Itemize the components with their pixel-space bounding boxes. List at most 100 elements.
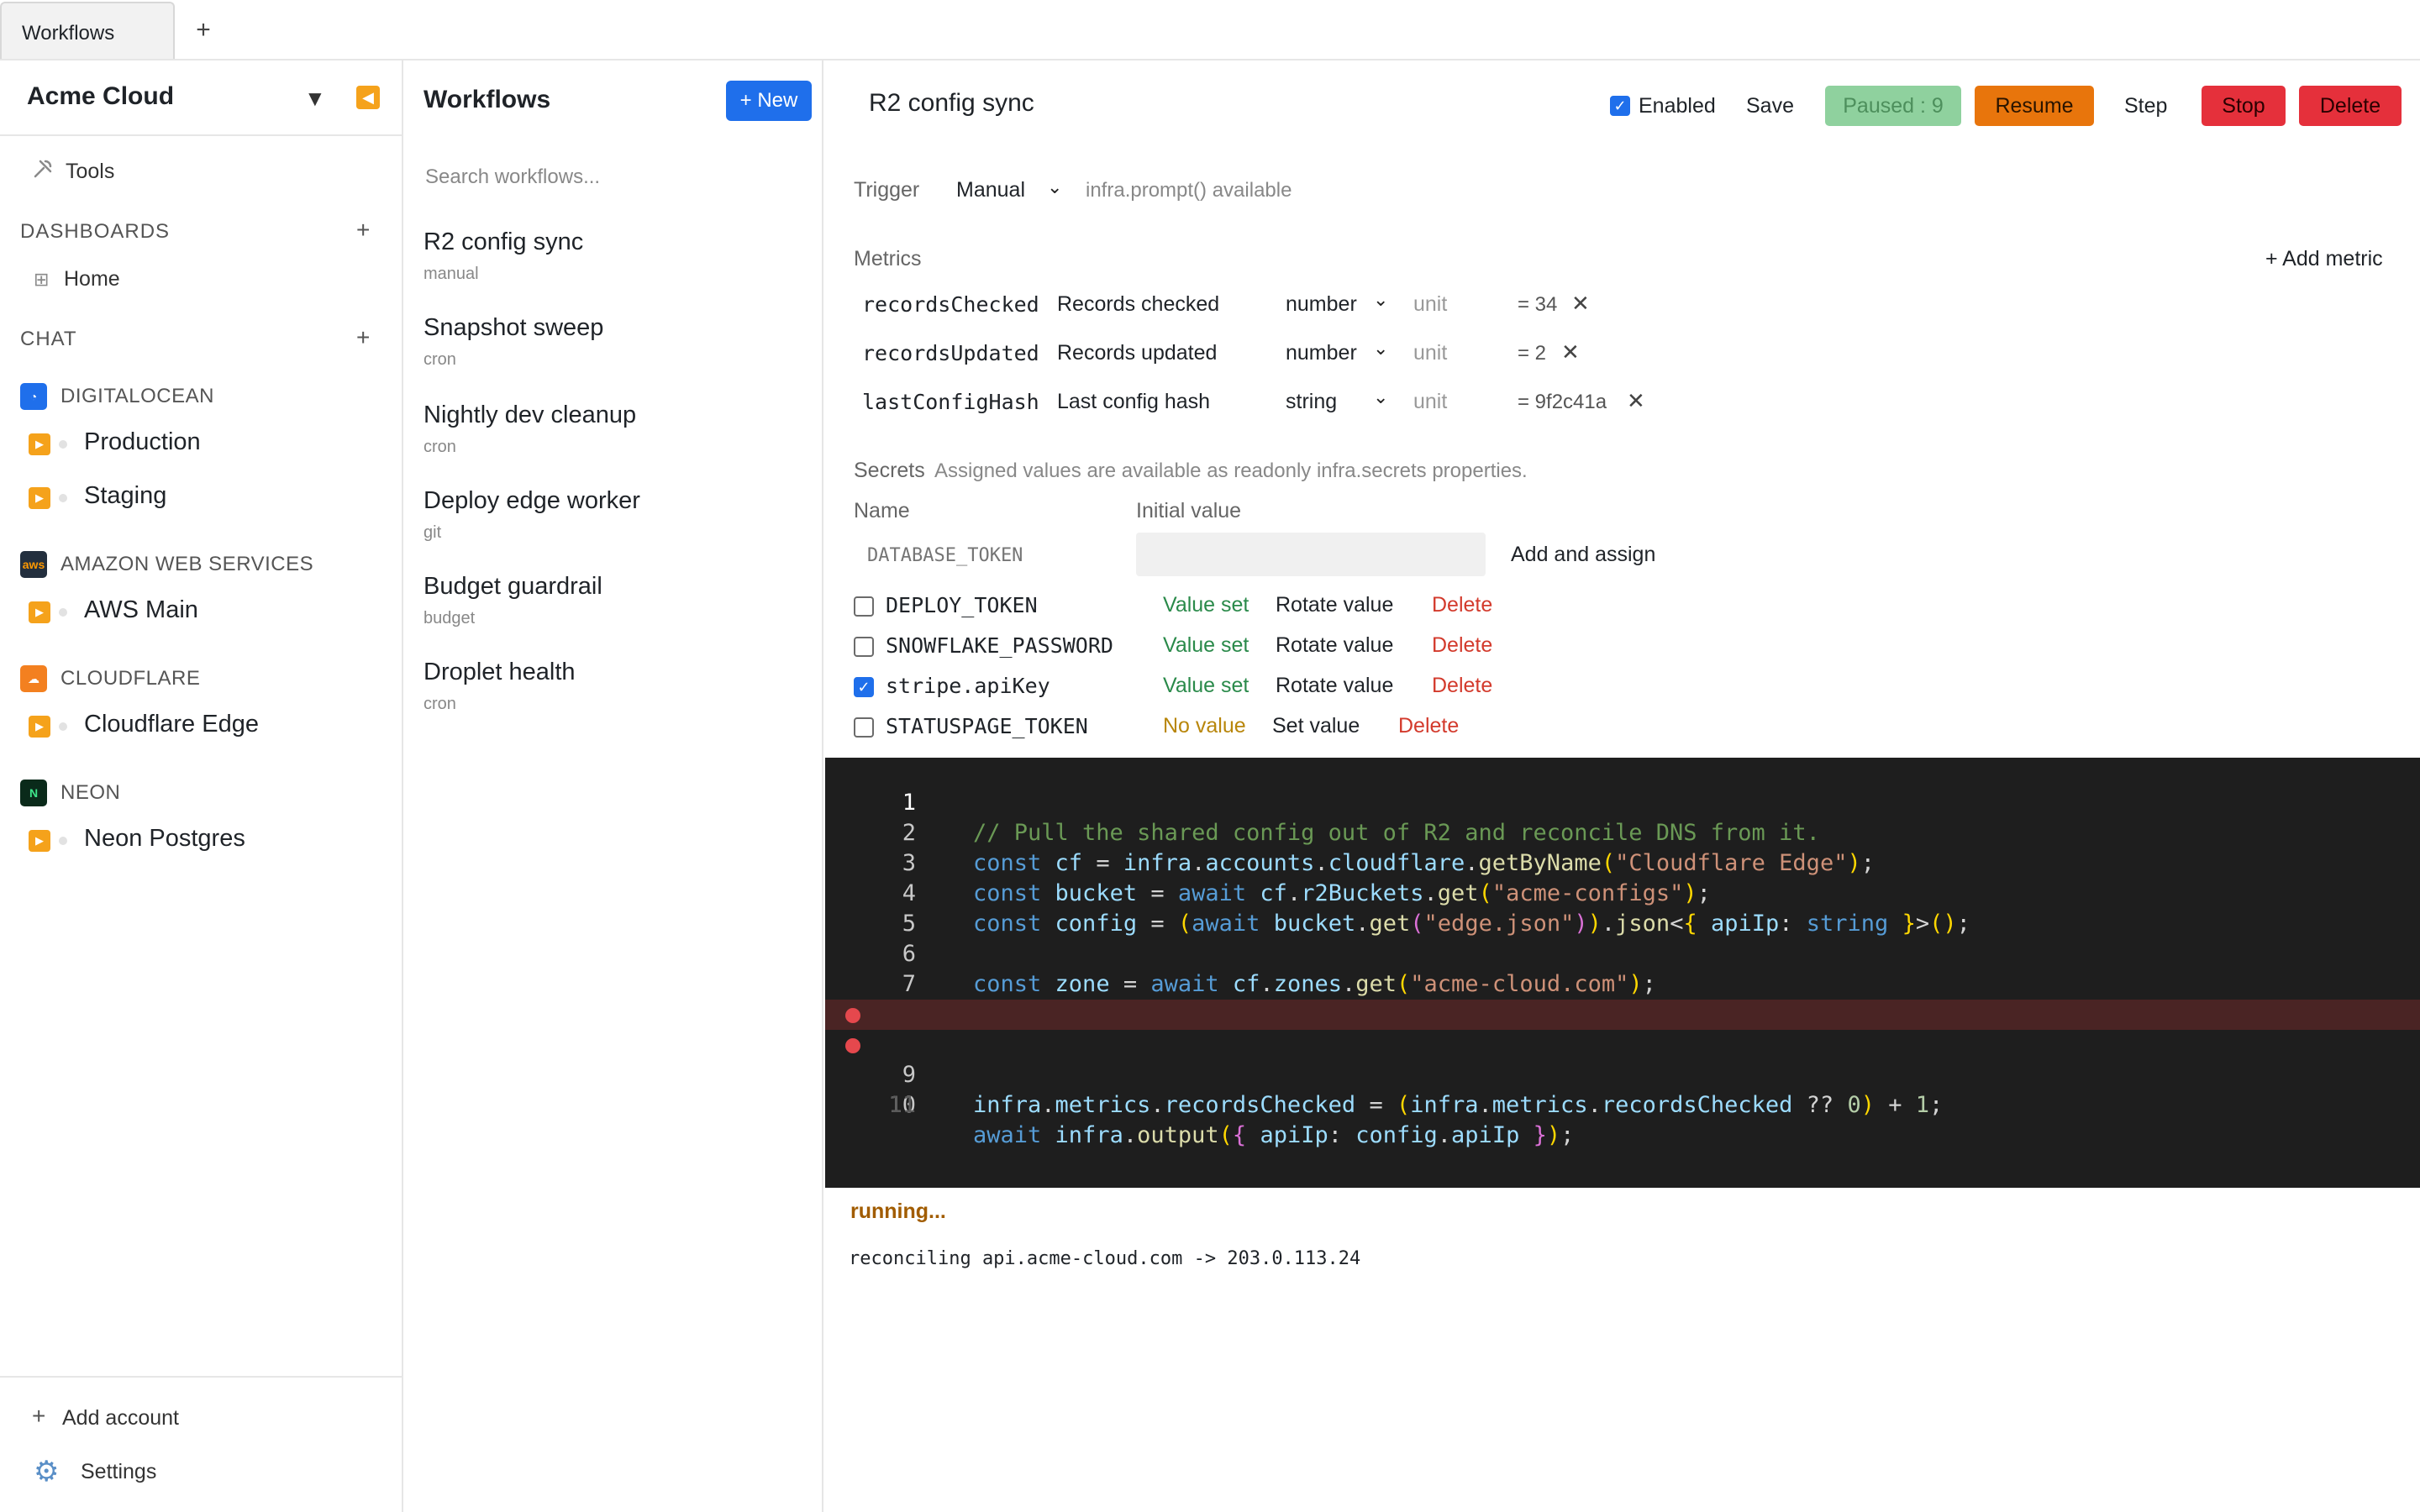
provider-neon[interactable]: NEON xyxy=(60,781,120,805)
save-button[interactable]: Save xyxy=(1746,94,1794,118)
breakpoint-dot-icon[interactable] xyxy=(845,1038,860,1053)
initial-value-input[interactable] xyxy=(1136,533,1486,576)
close-icon[interactable]: ✕ xyxy=(1561,339,1580,365)
rotate-value-button[interactable]: Rotate value xyxy=(1276,633,1393,658)
workflow-item[interactable]: R2 config sync manual xyxy=(424,228,802,304)
metric-type-select[interactable]: number xyxy=(1286,292,1357,317)
metric-value: = 2 xyxy=(1518,342,1547,365)
enabled-checkbox[interactable]: ✓ xyxy=(1610,96,1630,116)
chat-header: CHAT xyxy=(20,328,77,350)
play-icon: ▶ xyxy=(29,433,50,455)
workflow-item[interactable]: Budget guardrail budget xyxy=(424,573,802,648)
plus-icon: + xyxy=(32,1403,46,1429)
dashboards-header: DASHBOARDS xyxy=(20,220,171,243)
status-dot-icon xyxy=(59,440,67,449)
set-value-button[interactable]: Set value xyxy=(1272,714,1360,738)
workflow-title: R2 config sync xyxy=(869,89,1034,117)
neon-logo-icon: N xyxy=(20,780,47,806)
code-line: 10 await infra.output({ apiIp: config.ap… xyxy=(825,1030,2420,1148)
chevron-down-icon: ⌄ xyxy=(1047,176,1063,197)
workflow-trigger: cron xyxy=(424,695,456,713)
provider-cloudflare[interactable]: CLOUDFLARE xyxy=(60,667,200,690)
new-tab-button[interactable]: + xyxy=(187,13,220,47)
status-dot-icon xyxy=(59,722,67,731)
metric-key[interactable]: recordsChecked xyxy=(862,292,1039,317)
rotate-value-button[interactable]: Rotate value xyxy=(1276,593,1393,617)
sidebar-item-tools[interactable]: Tools xyxy=(66,160,114,184)
metric-type-select[interactable]: string xyxy=(1286,390,1337,414)
secret-name: STATUSPAGE_TOKEN xyxy=(886,714,1088,738)
code-line: 6 const zone = await cf.zones.get("acme-… xyxy=(825,909,2420,997)
secret-checkbox[interactable] xyxy=(854,637,874,657)
delete-secret-button[interactable]: Delete xyxy=(1432,633,1492,658)
org-switcher[interactable]: Acme Cloud ▼ ◀ xyxy=(0,60,402,136)
secret-checkbox[interactable] xyxy=(854,717,874,738)
enabled-label: Enabled xyxy=(1639,94,1716,118)
provider-aws[interactable]: AMAZON WEB SERVICES xyxy=(60,553,313,576)
add-metric-button[interactable]: + Add metric xyxy=(2265,247,2383,271)
run-output: reconciling api.acme-cloud.com -> 203.0.… xyxy=(849,1248,1361,1269)
metric-unit[interactable]: unit xyxy=(1413,341,1447,365)
provider-digitalocean[interactable]: DIGITALOCEAN xyxy=(60,385,214,408)
new-workflow-button[interactable]: + New xyxy=(726,81,812,121)
paused-button[interactable]: Paused : 9 xyxy=(1825,86,1961,126)
sidebar-item-home[interactable]: Home xyxy=(64,267,120,291)
code-line: 4 const config = (await bucket.get("edge… xyxy=(825,848,2420,937)
sidebar: Acme Cloud ▼ ◀ Tools DASHBOARDS + ⊞ Home… xyxy=(0,60,403,1512)
trigger-select[interactable]: Manual xyxy=(956,178,1025,202)
add-account-button[interactable]: Add account xyxy=(62,1406,179,1431)
workflow-item[interactable]: Deploy edge worker git xyxy=(424,487,802,563)
metric-unit[interactable]: unit xyxy=(1413,292,1447,317)
metric-key[interactable]: recordsUpdated xyxy=(862,341,1039,365)
play-icon: ▶ xyxy=(29,830,50,852)
add-and-assign-button[interactable]: Add and assign xyxy=(1511,543,1655,567)
status-dot-icon xyxy=(59,837,67,845)
workflows-panel: Workflows + New R2 config sync manual Sn… xyxy=(403,60,823,1512)
code-line: 8 xyxy=(825,969,2420,1027)
secret-checkbox[interactable]: ✓ xyxy=(854,677,874,697)
code-line: 11 xyxy=(825,1060,2420,1118)
account-staging[interactable]: Staging xyxy=(84,482,166,510)
tools-icon xyxy=(32,158,54,186)
secret-checkbox[interactable] xyxy=(854,596,874,617)
secrets-hint: Assigned values are available as readonl… xyxy=(934,459,1528,482)
delete-secret-button[interactable]: Delete xyxy=(1432,593,1492,617)
new-secret-name-input[interactable] xyxy=(854,534,1106,576)
add-chat-button[interactable]: + xyxy=(356,324,370,351)
step-button[interactable]: Step xyxy=(2124,94,2167,118)
chevron-down-icon[interactable]: ▼ xyxy=(304,86,326,112)
account-neon-postgres[interactable]: Neon Postgres xyxy=(84,825,245,853)
delete-secret-button[interactable]: Delete xyxy=(1398,714,1459,738)
stop-button[interactable]: Stop xyxy=(2202,86,2286,126)
code-line-current: 9 infra.metrics.recordsChecked = (infra.… xyxy=(825,1000,2420,1118)
metric-type-select[interactable]: number xyxy=(1286,341,1357,365)
code-editor[interactable]: 1 // Pull the shared config out of R2 an… xyxy=(825,758,2420,1188)
metric-key[interactable]: lastConfigHash xyxy=(862,390,1039,414)
workflow-item[interactable]: Nightly dev cleanup cron xyxy=(424,402,802,477)
delete-workflow-button[interactable]: Delete xyxy=(2299,86,2402,126)
org-name: Acme Cloud xyxy=(27,82,175,110)
account-production[interactable]: Production xyxy=(84,428,201,456)
resume-button[interactable]: Resume xyxy=(1975,86,2094,126)
account-cloudflare-edge[interactable]: Cloudflare Edge xyxy=(84,711,259,738)
delete-secret-button[interactable]: Delete xyxy=(1432,674,1492,698)
account-aws-main[interactable]: AWS Main xyxy=(84,596,198,624)
rotate-value-button[interactable]: Rotate value xyxy=(1276,674,1393,698)
metric-label[interactable]: Records updated xyxy=(1057,341,1217,365)
tab-label: Workflows xyxy=(22,22,115,45)
tab-workflows[interactable]: Workflows xyxy=(0,2,175,59)
workflows-title: Workflows xyxy=(424,86,551,113)
collapse-sidebar-icon[interactable]: ◀ xyxy=(356,86,380,109)
metric-unit[interactable]: unit xyxy=(1413,390,1447,414)
metric-label[interactable]: Records checked xyxy=(1057,292,1219,317)
workflow-item[interactable]: Snapshot sweep cron xyxy=(424,314,802,390)
search-workflows-input[interactable] xyxy=(415,151,802,203)
workflow-trigger: manual xyxy=(424,265,479,283)
close-icon[interactable]: ✕ xyxy=(1571,291,1590,317)
settings-button[interactable]: Settings xyxy=(81,1460,156,1484)
workflow-item[interactable]: Droplet health cron xyxy=(424,659,802,734)
close-icon[interactable]: ✕ xyxy=(1627,388,1645,414)
metric-label[interactable]: Last config hash xyxy=(1057,390,1210,414)
add-dashboard-button[interactable]: + xyxy=(356,217,370,244)
breakpoint-dot-icon[interactable] xyxy=(845,1008,860,1023)
